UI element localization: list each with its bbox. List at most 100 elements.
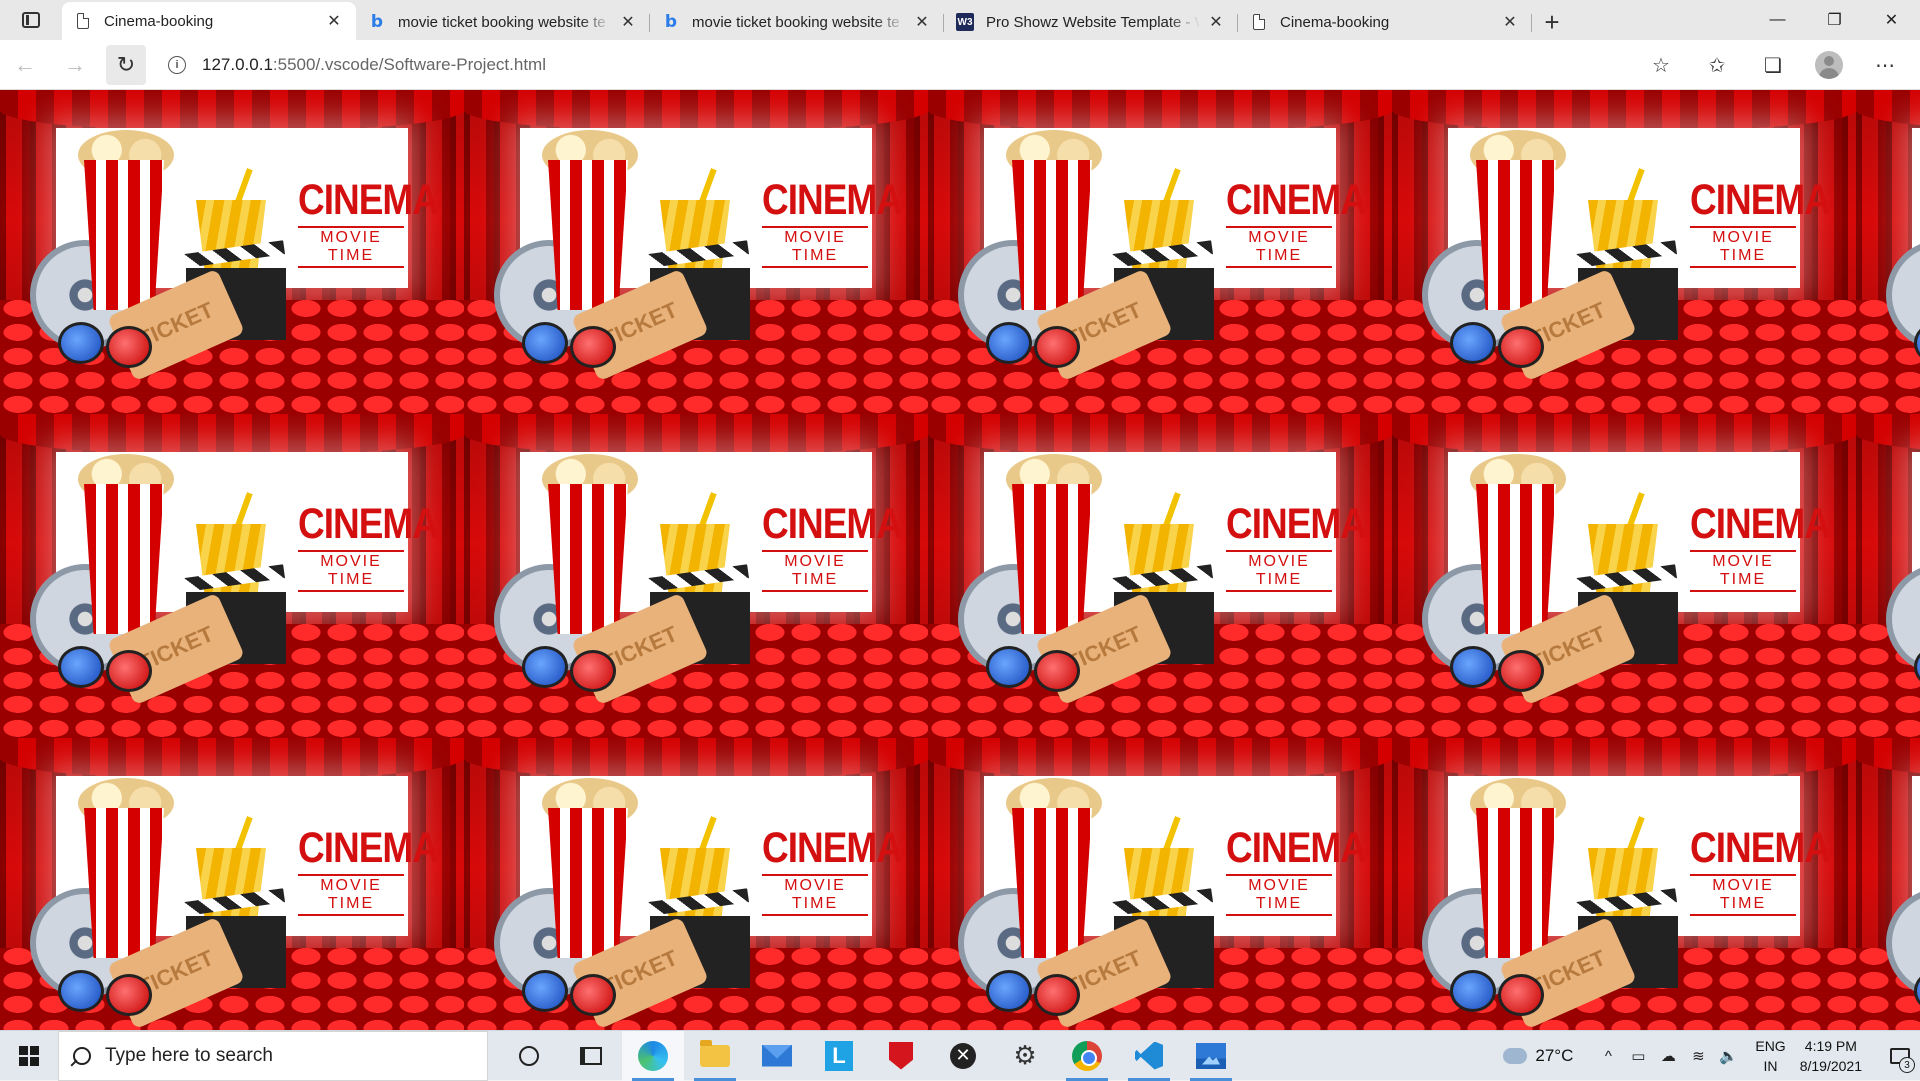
l-app-icon: L	[825, 1040, 853, 1071]
close-tab-button[interactable]: ✕	[324, 11, 344, 31]
cinema-banner-tile: TICKET CINEMA MOVIE TIME	[1856, 414, 1920, 738]
bing-icon: b	[664, 12, 678, 32]
site-info-icon[interactable]: i	[168, 55, 186, 74]
l-app-taskbar-button[interactable]: L	[808, 1031, 870, 1081]
tab-pro-showz[interactable]: W3 Pro Showz Website Template - W ✕	[944, 4, 1238, 40]
3d-glasses-icon	[58, 970, 152, 1016]
vscode-taskbar-button[interactable]	[1118, 1031, 1180, 1081]
close-tab-button[interactable]: ✕	[618, 12, 638, 32]
mcafee-shield-icon	[889, 1041, 913, 1070]
clock-time: 4:19 PM	[1804, 1038, 1857, 1054]
restore-button[interactable]: ❐	[1806, 0, 1863, 40]
weather-temperature: 27°C	[1535, 1046, 1574, 1065]
banner-title: CINEMA	[762, 823, 903, 871]
close-tab-button[interactable]: ✕	[912, 12, 932, 32]
chrome-taskbar-button[interactable]	[1056, 1031, 1118, 1081]
3d-glasses-icon	[58, 322, 152, 368]
favorites-icon[interactable]: ✩	[1694, 45, 1740, 85]
document-icon	[74, 12, 92, 30]
collections-icon[interactable]: ❏	[1750, 45, 1796, 85]
mail-icon	[762, 1044, 792, 1067]
cinema-banner-tile: TICKET CINEMA MOVIE TIME	[0, 738, 464, 1030]
cinema-banner-tile: TICKET CINEMA MOVIE TIME	[0, 414, 464, 738]
curtain-illustration	[1856, 738, 1920, 778]
popcorn-bucket-icon	[548, 808, 628, 958]
address-bar[interactable]: i 127.0.0.1:5500/.vscode/Software-Projec…	[158, 47, 1658, 83]
profile-button[interactable]	[1806, 45, 1852, 85]
3d-glasses-icon	[1914, 322, 1920, 364]
popcorn-bucket-icon	[84, 160, 164, 310]
3d-glasses-icon	[986, 322, 1080, 368]
banner-brand: CINEMA MOVIE TIME	[1226, 175, 1367, 268]
banner-brand: CINEMA MOVIE TIME	[298, 824, 439, 916]
minimize-button[interactable]: —	[1749, 0, 1806, 40]
banner-subtitle: MOVIE TIME	[762, 874, 868, 916]
start-button[interactable]	[0, 1031, 58, 1081]
mcafee-taskbar-button[interactable]	[870, 1031, 932, 1081]
banner-brand: CINEMA MOVIE TIME	[762, 823, 903, 916]
tab-bing-search-2[interactable]: b movie ticket booking website te ✕	[650, 4, 944, 40]
new-tab-button[interactable]: +	[1532, 4, 1572, 40]
close-tab-button[interactable]: ✕	[1206, 12, 1226, 32]
3d-glasses-icon	[986, 646, 1080, 692]
mail-taskbar-button[interactable]	[746, 1031, 808, 1081]
popcorn-bucket-icon	[1476, 160, 1556, 310]
task-view-button[interactable]	[560, 1031, 622, 1081]
onedrive-icon[interactable]: ☁	[1653, 1047, 1683, 1065]
banner-subtitle: MOVIE TIME	[1690, 550, 1796, 592]
cinema-background-tiles: TICKET CINEMA MOVIE TIME TICKET CINEMA M…	[0, 90, 1920, 1030]
close-tab-button[interactable]: ✕	[1500, 12, 1520, 32]
settings-taskbar-button[interactable]: ⚙	[994, 1031, 1056, 1081]
language-code: ENG	[1755, 1038, 1786, 1054]
cinema-banner-tile: TICKET CINEMA MOVIE TIME	[464, 738, 928, 1030]
edge-taskbar-button[interactable]	[622, 1030, 684, 1081]
curtain-illustration	[1856, 90, 1920, 130]
popcorn-bucket-icon	[1476, 808, 1556, 958]
w3-icon: W3	[956, 13, 974, 31]
cinema-banner-tile: TICKET CINEMA MOVIE TIME	[1392, 90, 1856, 414]
forward-button[interactable]: →	[50, 45, 100, 85]
popcorn-bucket-icon	[1012, 808, 1092, 958]
add-favorite-icon[interactable]: ☆	[1638, 45, 1684, 85]
tab-cinema-booking[interactable]: Cinema-booking ✕	[62, 2, 356, 40]
curtain-illustration	[928, 738, 1392, 778]
tab-actions-button[interactable]	[0, 0, 62, 40]
taskbar-apps: L ✕ ⚙	[498, 1030, 1242, 1081]
banner-title: CINEMA	[1690, 175, 1831, 223]
curtain-illustration	[464, 90, 928, 130]
cinema-banner-tile: TICKET CINEMA MOVIE TIME	[1392, 414, 1856, 738]
curtain-illustration	[1392, 414, 1856, 454]
curtain-illustration	[464, 738, 928, 778]
more-options-icon[interactable]: ⋯	[1862, 45, 1908, 85]
system-tray: 27°C ^ ▭ ☁ ≋ 🔈 ENG IN 4:19 PM 8/19/2021 …	[1503, 1031, 1920, 1081]
action-center-button[interactable]: 3	[1880, 1031, 1920, 1081]
show-hidden-icons-chevron-icon[interactable]: ^	[1593, 1048, 1623, 1065]
xbox-taskbar-button[interactable]: ✕	[932, 1031, 994, 1081]
clock[interactable]: 4:19 PM 8/19/2021	[1800, 1036, 1862, 1076]
back-button[interactable]: ←	[0, 45, 50, 85]
taskbar-search[interactable]: Type here to search	[58, 1030, 488, 1081]
3d-glasses-icon	[986, 970, 1080, 1016]
tab-cinema-booking-2[interactable]: Cinema-booking ✕	[1238, 4, 1532, 40]
banner-subtitle: MOVIE TIME	[1226, 226, 1332, 268]
meet-now-icon[interactable]: ▭	[1623, 1047, 1653, 1065]
volume-icon[interactable]: 🔈	[1713, 1047, 1743, 1065]
banner-title: CINEMA	[1690, 499, 1831, 547]
close-window-button[interactable]: ✕	[1863, 0, 1920, 40]
popcorn-bucket-icon	[548, 484, 628, 634]
language-indicator[interactable]: ENG IN	[1755, 1036, 1785, 1076]
banner-subtitle: MOVIE TIME	[1226, 550, 1332, 592]
tab-title: Pro Showz Website Template - W	[986, 13, 1200, 31]
refresh-button[interactable]: ↻	[106, 44, 146, 85]
file-explorer-taskbar-button[interactable]	[684, 1031, 746, 1081]
language-region: IN	[1763, 1058, 1778, 1074]
photos-taskbar-button[interactable]	[1180, 1031, 1242, 1081]
weather-widget[interactable]: 27°C	[1503, 1041, 1574, 1066]
cortana-button[interactable]	[498, 1031, 560, 1081]
banner-title: CINEMA	[1226, 175, 1367, 223]
tab-bing-search-1[interactable]: b movie ticket booking website te ✕	[356, 4, 650, 40]
3d-glasses-icon	[1914, 970, 1920, 1012]
tab-actions-icon	[22, 12, 40, 28]
wifi-icon[interactable]: ≋	[1683, 1047, 1713, 1065]
toolbar-right: ☆ ✩ ❏ ⋯	[1638, 40, 1908, 90]
